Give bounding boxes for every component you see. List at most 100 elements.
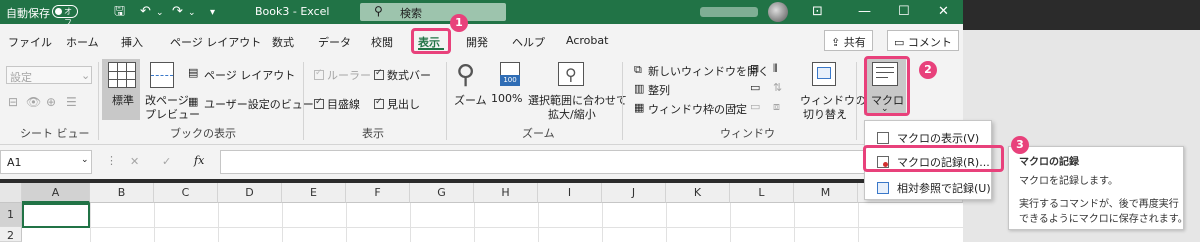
select-all-corner[interactable]: [0, 183, 22, 203]
search-icon: ⚲: [374, 4, 383, 18]
zoom-to-selection-line2[interactable]: 拡大/縮小: [548, 106, 596, 122]
keep-icon[interactable]: ⊟: [8, 95, 18, 109]
column-header[interactable]: B: [90, 183, 154, 203]
undo-icon[interactable]: ↶: [140, 4, 151, 19]
split-icon[interactable]: ⊟: [750, 62, 759, 75]
group-label-window: ウィンドウ: [720, 127, 775, 140]
menu-item-view-macros[interactable]: マクロの表示(V): [877, 130, 979, 146]
redo-icon[interactable]: ↷: [172, 4, 183, 19]
column-header[interactable]: J: [602, 183, 666, 203]
column-header[interactable]: K: [666, 183, 730, 203]
column-header[interactable]: F: [346, 183, 410, 203]
synchronous-scrolling-icon[interactable]: ⇅: [773, 81, 782, 94]
menu-item-relative-reference[interactable]: 相対参照で記録(U): [877, 180, 991, 196]
sheet-view-dropdown[interactable]: 設定 ⌄: [6, 66, 92, 84]
minimize-icon[interactable]: —: [858, 4, 871, 19]
column-header[interactable]: E: [282, 183, 346, 203]
highlight-view-tab: [411, 28, 451, 54]
column-header[interactable]: L: [730, 183, 794, 203]
normal-view-button[interactable]: 標準: [112, 92, 134, 108]
gridline: [666, 203, 667, 242]
new-view-icon[interactable]: ⊕: [46, 95, 56, 109]
insert-function-icon[interactable]: fx: [194, 154, 204, 167]
gridlines-checkbox[interactable]: 目盛線: [314, 96, 360, 112]
normal-view-icon: [108, 62, 136, 88]
customize-qat-icon[interactable]: ▾: [210, 5, 215, 20]
cancel-icon[interactable]: ✕: [130, 155, 139, 168]
avatar[interactable]: [768, 2, 788, 22]
custom-views-button[interactable]: ユーザー設定のビュー: [204, 96, 314, 112]
tab-file[interactable]: ファイル: [8, 34, 52, 50]
formula-input[interactable]: [220, 150, 963, 174]
arrange-all-button[interactable]: 整列: [648, 82, 670, 98]
zoom-100-button[interactable]: 100%: [491, 92, 522, 105]
zoom-100-icon: 100: [500, 62, 520, 86]
gridline: [730, 203, 731, 242]
page-layout-view-button[interactable]: ページ レイアウト: [204, 67, 295, 83]
column-header[interactable]: I: [538, 183, 602, 203]
ribbon-display-icon[interactable]: ⊡: [812, 4, 823, 19]
gridline: [602, 203, 603, 242]
tab-help[interactable]: ヘルプ: [512, 34, 545, 50]
comments-button[interactable]: ▭ コメント: [887, 30, 959, 51]
column-header[interactable]: A: [22, 183, 90, 203]
sheet-view-dropdown-value: 設定: [10, 71, 32, 84]
zoom-button[interactable]: ズーム: [454, 92, 487, 108]
row-header[interactable]: 1: [0, 203, 22, 227]
group-label-sheet-view: シート ビュー: [20, 127, 90, 140]
column-header[interactable]: D: [218, 183, 282, 203]
highlight-record-macro: [863, 145, 1004, 172]
view-macros-icon: [877, 132, 889, 144]
account-name-redacted: [700, 7, 758, 17]
share-label: 共有: [843, 36, 866, 49]
switch-windows-icon: [812, 62, 836, 86]
unhide-window-icon[interactable]: ▭: [750, 100, 760, 113]
column-header[interactable]: G: [410, 183, 474, 203]
hide-window-icon[interactable]: ▭: [750, 81, 760, 94]
tab-data[interactable]: データ: [318, 34, 351, 50]
page-break-preview-line2[interactable]: プレビュー: [145, 106, 200, 122]
share-icon: ⇪: [831, 36, 844, 49]
ruler-checkbox[interactable]: ルーラー: [314, 67, 371, 83]
exit-view-icon[interactable]: 👁: [26, 95, 41, 109]
chevron-down-icon: ⌄: [81, 69, 91, 82]
close-icon[interactable]: ✕: [938, 4, 949, 19]
share-button[interactable]: ⇪ 共有: [824, 30, 873, 51]
save-icon[interactable]: 🖫: [114, 4, 125, 19]
comment-icon: ▭: [894, 36, 908, 49]
step-badge-1: 1: [450, 14, 468, 32]
gridline: [282, 203, 283, 242]
group-divider: [622, 62, 623, 140]
undo-dropdown-icon[interactable]: ⌄: [156, 6, 164, 21]
formula-bar-checkbox[interactable]: 数式バー: [374, 67, 431, 83]
options-view-icon[interactable]: ☰: [66, 95, 77, 109]
chevron-down-icon: ⌄: [81, 155, 89, 165]
view-side-by-side-icon[interactable]: ⫴: [773, 62, 778, 76]
active-cell-a1[interactable]: [22, 203, 90, 228]
name-box[interactable]: A1 ⌄: [0, 150, 92, 174]
tab-insert[interactable]: 挿入: [121, 34, 143, 50]
toggle-knob: [55, 8, 62, 15]
tab-review[interactable]: 校閲: [371, 34, 393, 50]
window-title: Book3 - Excel: [255, 5, 330, 18]
column-header[interactable]: H: [474, 183, 538, 203]
tab-page-layout[interactable]: ページ レイアウト: [170, 34, 261, 50]
headings-checkbox[interactable]: 見出し: [374, 96, 420, 112]
tab-formulas[interactable]: 数式: [272, 34, 294, 50]
gridline: [22, 227, 963, 228]
search-box[interactable]: ⚲ 検索: [360, 3, 506, 21]
row-header[interactable]: 2: [0, 227, 22, 242]
column-header[interactable]: C: [154, 183, 218, 203]
column-header[interactable]: M: [794, 183, 858, 203]
tab-developer[interactable]: 開発: [466, 34, 488, 50]
reset-window-position-icon[interactable]: ⧈: [773, 100, 780, 114]
enter-icon[interactable]: ✓: [162, 155, 171, 168]
autosave-toggle[interactable]: オフ: [52, 5, 78, 27]
redo-dropdown-icon[interactable]: ⌄: [188, 6, 196, 21]
title-bar: 自動保存 オフ 🖫 ↶ ⌄ ↷ ⌄ ▾ Book3 - Excel ⚲ 検索 ⊡…: [0, 0, 963, 27]
tab-acrobat[interactable]: Acrobat: [566, 34, 608, 47]
tab-home[interactable]: ホーム: [66, 34, 99, 50]
zoom-to-selection-icon: ⚲: [558, 62, 584, 86]
group-divider: [856, 62, 857, 140]
restore-icon[interactable]: ☐: [898, 4, 910, 19]
